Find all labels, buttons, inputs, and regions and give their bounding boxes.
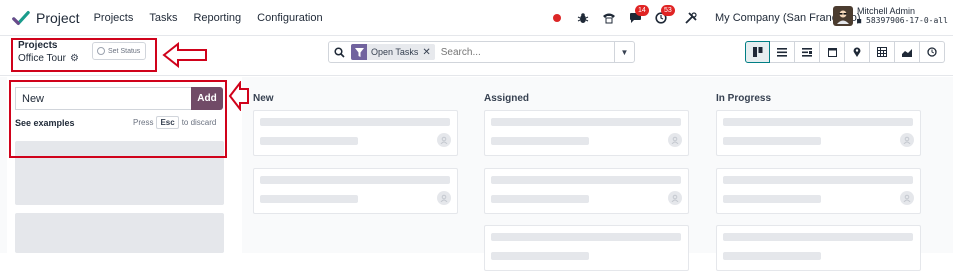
control-panel: Projects Office Tour ⚙ Set Status Open T… — [0, 36, 953, 76]
status-dot-icon — [97, 47, 105, 55]
gear-icon[interactable]: ⚙ — [70, 53, 79, 64]
column-title[interactable]: In Progress — [716, 93, 771, 104]
app-name: Project — [36, 9, 80, 26]
search-input[interactable] — [440, 46, 601, 58]
user-avatar — [833, 6, 853, 26]
avatar-placeholder-icon — [668, 133, 682, 147]
breadcrumb-root[interactable]: Projects — [18, 40, 57, 51]
avatar-placeholder-icon — [668, 191, 682, 205]
ghost-card — [253, 110, 458, 156]
search-bar: Open Tasks ✕ ▼ — [328, 41, 635, 63]
breadcrumb-current: Office Tour ⚙ — [18, 53, 79, 64]
ghost-card — [484, 225, 689, 271]
avatar-placeholder-icon — [437, 191, 451, 205]
view-pivot-button[interactable] — [870, 41, 895, 63]
esc-key: Esc — [156, 116, 179, 129]
view-calendar-button[interactable] — [820, 41, 845, 63]
menu-item-projects[interactable]: Projects — [94, 12, 134, 24]
filter-icon — [351, 44, 367, 60]
discard-label: to discard — [181, 118, 217, 127]
phone-menu[interactable] — [597, 6, 621, 30]
ghost-card — [253, 168, 458, 214]
phone-icon — [603, 13, 615, 24]
column-title[interactable]: Assigned — [484, 93, 529, 104]
facet-label: Open Tasks — [371, 47, 419, 57]
see-examples-link[interactable]: See examples — [15, 118, 75, 128]
menu-item-reporting[interactable]: Reporting — [193, 12, 241, 24]
avatar-placeholder-icon — [900, 133, 914, 147]
recording-indicator[interactable] — [545, 6, 569, 30]
clock-icon — [927, 47, 937, 57]
database-name-text: 58397906-17-0-all — [866, 16, 948, 25]
column-title[interactable]: New — [253, 93, 274, 104]
task-name-input[interactable]: New — [15, 87, 192, 110]
list-icon — [777, 47, 787, 57]
debug-menu[interactable] — [571, 6, 595, 30]
user-menu[interactable]: Mitchell Admin ■ 58397906-17-0-all — [833, 6, 948, 26]
tools-icon — [685, 12, 697, 24]
ghost-card — [484, 168, 689, 214]
user-info: Mitchell Admin ■ 58397906-17-0-all — [857, 6, 948, 26]
example-ghost-card — [15, 213, 224, 253]
database-icon: ■ — [857, 17, 862, 25]
view-kanban-button[interactable] — [745, 41, 770, 63]
activities-badge: 53 — [661, 5, 675, 16]
view-map-button[interactable] — [845, 41, 870, 63]
systray: 14 53 My Company (San Francisco) — [545, 0, 861, 36]
close-icon[interactable]: ✕ — [422, 47, 434, 58]
annotation-arrow-left-icon — [228, 81, 249, 111]
record-dot-icon — [553, 14, 561, 22]
app-brand[interactable]: Project — [12, 9, 80, 27]
messaging-menu[interactable]: 14 — [623, 5, 649, 30]
ghost-card — [716, 225, 921, 271]
add-button[interactable]: Add — [191, 87, 223, 110]
user-name: Mitchell Admin — [857, 6, 916, 16]
ghost-card — [716, 168, 921, 214]
annotation-arrow-left-icon — [162, 42, 207, 68]
map-pin-icon — [853, 47, 861, 57]
avatar-placeholder-icon — [437, 133, 451, 147]
bug-icon — [577, 13, 589, 23]
top-navbar: Project Projects Tasks Reporting Configu… — [0, 0, 953, 36]
main-menu: Projects Tasks Reporting Configuration — [94, 12, 339, 24]
project-app-icon — [12, 10, 30, 25]
area-chart-icon — [901, 48, 912, 57]
kanban-icon — [752, 47, 762, 57]
user-avatar-icon — [837, 10, 849, 24]
menu-item-configuration[interactable]: Configuration — [257, 12, 322, 24]
calendar-icon — [827, 48, 837, 57]
messages-badge: 14 — [635, 5, 649, 16]
menu-item-tasks[interactable]: Tasks — [149, 12, 177, 24]
database-name: ■ 58397906-17-0-all — [857, 16, 948, 26]
activity-list-icon — [802, 47, 812, 57]
view-switcher — [745, 41, 945, 63]
ghost-card — [484, 110, 689, 156]
discard-hint: Press Esc to discard — [133, 116, 216, 129]
set-status-label: Set Status — [108, 47, 141, 55]
view-graph-button[interactable] — [895, 41, 920, 63]
press-label: Press — [133, 118, 154, 127]
avatar-placeholder-icon — [900, 191, 914, 205]
filter-facet: Open Tasks ✕ — [351, 44, 435, 60]
view-activity-clock-button[interactable] — [920, 41, 945, 63]
breadcrumb-current-label: Office Tour — [18, 53, 66, 64]
set-status-button[interactable]: Set Status — [92, 42, 146, 60]
ghost-card — [716, 110, 921, 156]
view-list-button[interactable] — [770, 41, 795, 63]
search-icon[interactable] — [329, 42, 349, 62]
view-activity-button[interactable] — [795, 41, 820, 63]
chevron-down-icon[interactable]: ▼ — [614, 42, 634, 62]
tools-menu[interactable] — [679, 6, 703, 30]
activity-menu[interactable]: 53 — [649, 5, 675, 30]
pivot-table-icon — [877, 47, 887, 57]
